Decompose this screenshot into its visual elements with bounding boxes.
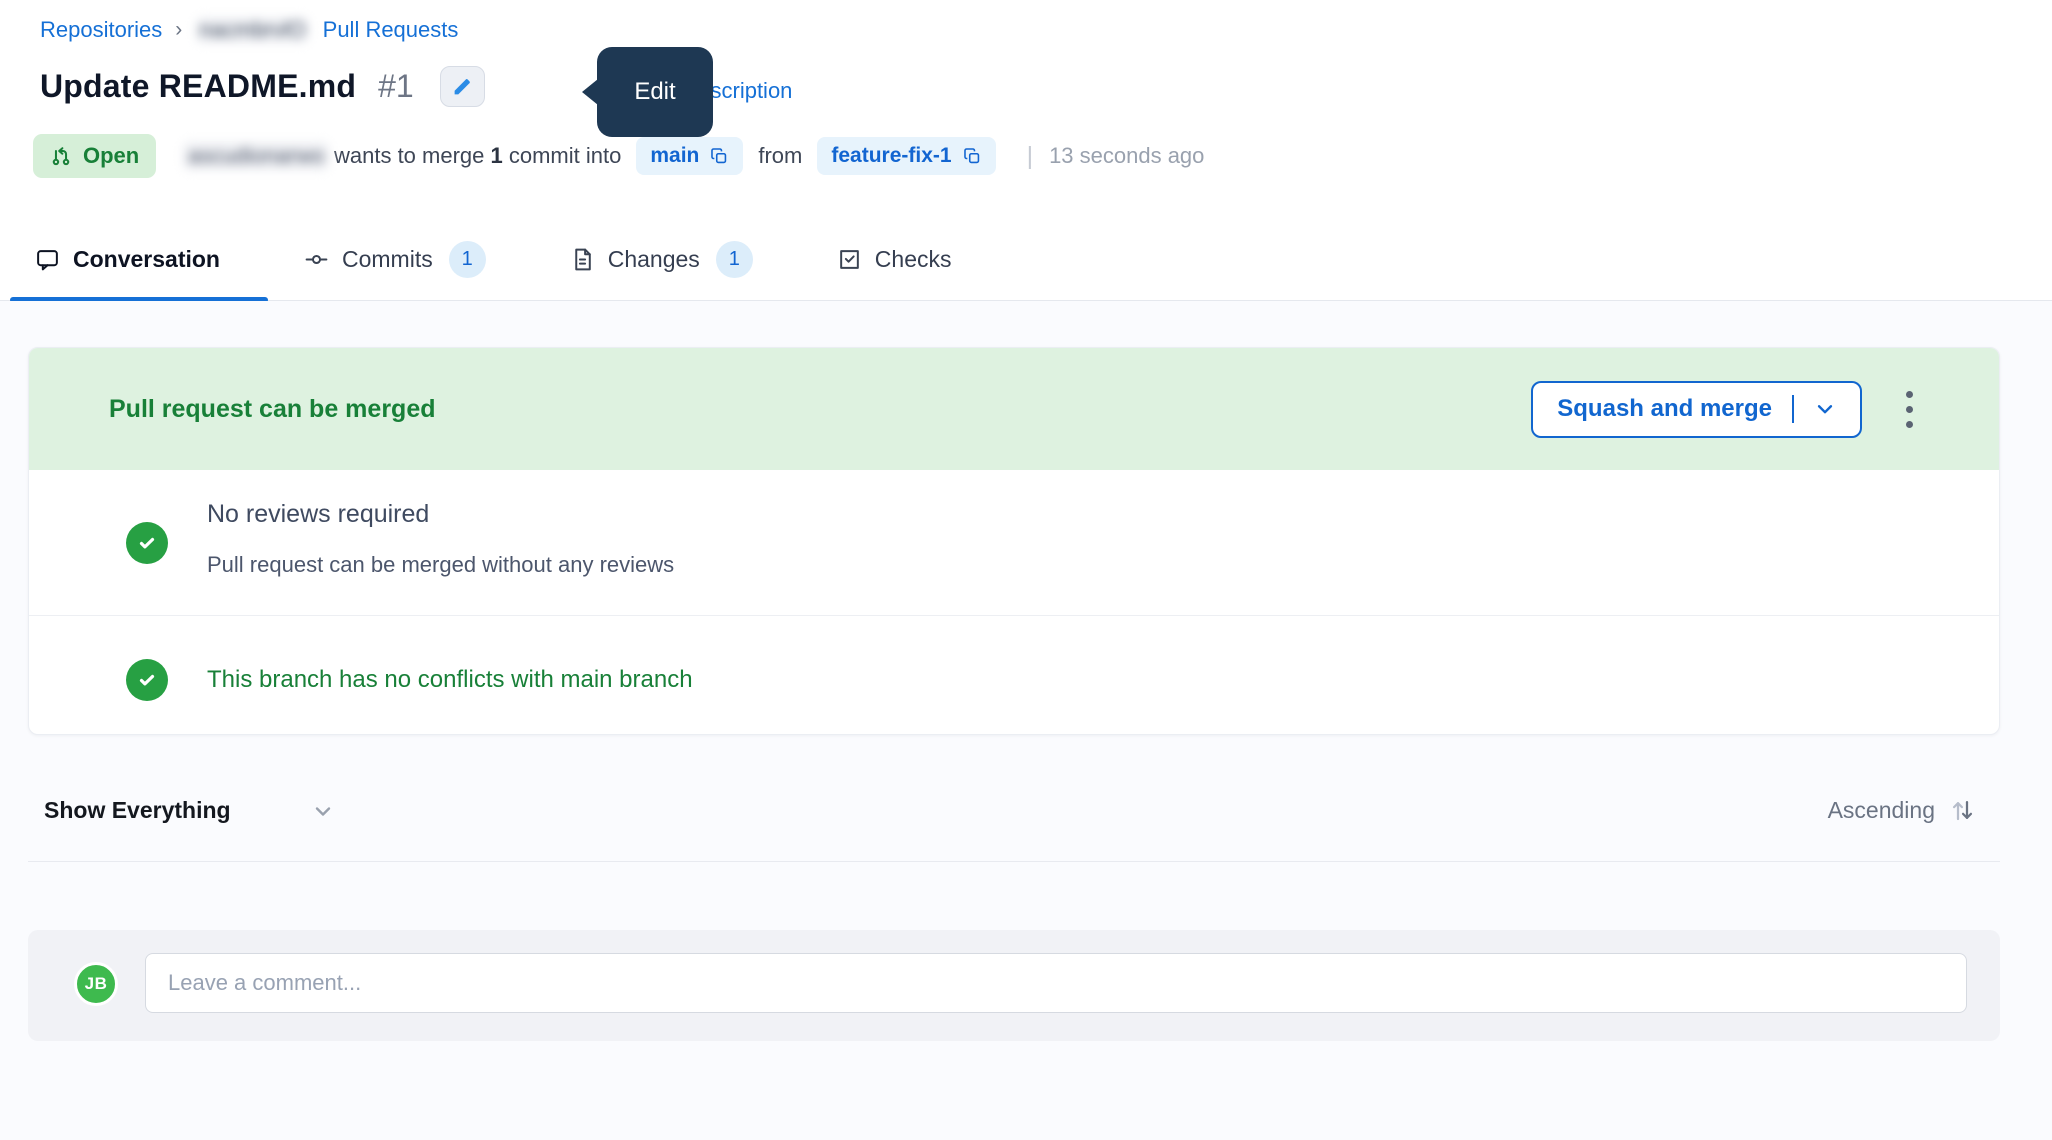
author-name-redacted[interactable]: ascudionarwo (182, 141, 330, 171)
timeline-sort-toggle[interactable]: Ascending (1828, 797, 1976, 824)
merge-actions: Squash and merge (1531, 381, 1919, 438)
breadcrumb-repo-name-redacted[interactable]: nacmbrvlO (195, 16, 309, 44)
review-check-row: No reviews required Pull request can be … (29, 470, 1999, 615)
pencil-icon (452, 76, 473, 97)
time-separator: | (1027, 142, 1034, 171)
sort-arrows-icon (1949, 797, 1976, 824)
edit-tooltip: Edit (597, 47, 713, 137)
conversation-panel: Pull request can be merged Squash and me… (0, 301, 2052, 1140)
check-circle-icon (126, 659, 168, 701)
merge-banner-title: Pull request can be merged (109, 395, 436, 424)
head-branch-badge[interactable]: feature-fix-1 (817, 137, 995, 175)
tab-checks[interactable]: Checks (837, 246, 952, 273)
commit-count: 1 (491, 143, 503, 168)
merge-options-chevron-icon[interactable] (1814, 398, 1836, 420)
timeline-filter-dropdown[interactable]: Show Everything (44, 797, 335, 824)
timeline-filter-label: Show Everything (44, 797, 231, 824)
tab-commits-label: Commits (342, 246, 433, 273)
conflict-check-row: This branch has no conflicts with main b… (29, 616, 1999, 734)
merge-status-card: Pull request can be merged Squash and me… (28, 347, 2000, 735)
timeline-sort-label: Ascending (1828, 797, 1935, 824)
merge-button-label: Squash and merge (1557, 395, 1772, 423)
tab-conversation[interactable]: Conversation (35, 246, 220, 273)
status-badge: Open (33, 134, 156, 178)
avatar: JB (74, 962, 118, 1006)
timeline-controls: Show Everything Ascending (44, 797, 1992, 824)
squash-and-merge-button[interactable]: Squash and merge (1531, 381, 1862, 438)
breadcrumb: Repositories › nacmbrvlO Pull Requests (40, 16, 458, 44)
tab-changes[interactable]: Changes 1 (570, 241, 753, 278)
merge-sentence: wants to merge 1 commit into (334, 143, 621, 169)
breadcrumb-pull-requests-link[interactable]: Pull Requests (323, 17, 459, 43)
base-branch-badge[interactable]: main (636, 137, 743, 175)
base-branch-label: main (650, 144, 699, 168)
tab-checks-label: Checks (875, 246, 952, 273)
created-time: 13 seconds ago (1049, 143, 1204, 169)
review-check-subtitle: Pull request can be merged without any r… (207, 552, 674, 578)
merge-button-divider (1792, 395, 1794, 423)
pr-status-row: Open ascudionarwo wants to merge 1 commi… (33, 134, 1204, 178)
commits-count-badge: 1 (449, 241, 486, 278)
tab-commits[interactable]: Commits 1 (304, 241, 486, 278)
changes-count-badge: 1 (716, 241, 753, 278)
copy-branch-icon[interactable] (710, 147, 729, 166)
edit-title-button[interactable] (440, 66, 485, 107)
breadcrumb-separator: › (175, 18, 182, 42)
check-circle-icon (126, 522, 168, 564)
timeline-divider (28, 861, 2000, 862)
status-badge-label: Open (83, 143, 139, 169)
review-check-title: No reviews required (207, 500, 429, 529)
comment-input[interactable] (145, 953, 1967, 1013)
from-label: from (758, 143, 802, 169)
page-title: Update README.md (40, 68, 356, 105)
merge-banner: Pull request can be merged Squash and me… (29, 348, 1999, 470)
title-row: Update README.md #1 (40, 66, 485, 107)
git-pull-request-icon (50, 145, 72, 167)
breadcrumb-repositories-link[interactable]: Repositories (40, 17, 162, 43)
pr-tabbar: Conversation Commits 1 Changes 1 (0, 218, 2052, 301)
head-branch-label: feature-fix-1 (831, 144, 951, 168)
conversation-icon (35, 247, 60, 272)
file-diff-icon (570, 247, 595, 272)
edit-tooltip-label: Edit (634, 78, 675, 106)
conflict-check-text: This branch has no conflicts with main b… (207, 666, 693, 694)
checklist-icon (837, 247, 862, 272)
commit-icon (304, 247, 329, 272)
tab-changes-label: Changes (608, 246, 700, 273)
chevron-down-icon (311, 799, 335, 823)
kebab-menu-icon[interactable] (1900, 385, 1919, 434)
comment-card: JB (28, 930, 2000, 1041)
pr-number: #1 (378, 68, 414, 105)
pull-request-page: Repositories › nacmbrvlO Pull Requests U… (0, 0, 2052, 1140)
tab-conversation-label: Conversation (73, 246, 220, 273)
copy-branch-icon[interactable] (963, 147, 982, 166)
